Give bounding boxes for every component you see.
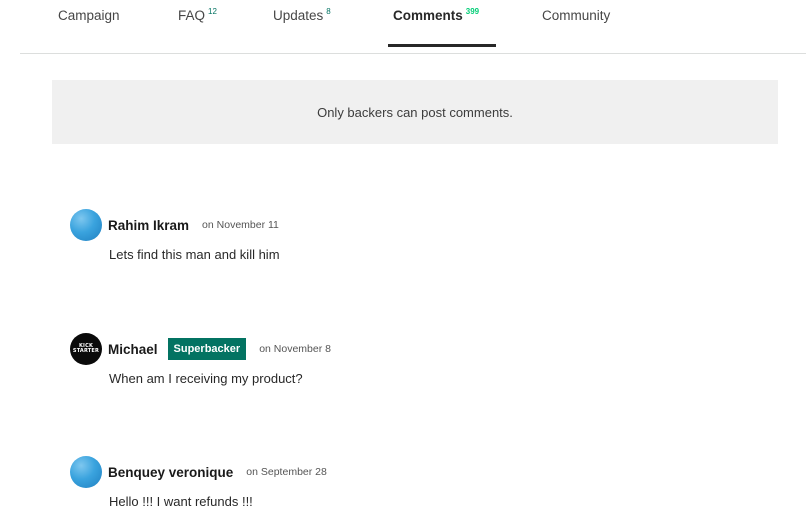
avatar[interactable] bbox=[70, 456, 102, 488]
comment-header: KICK STARTER Michael Superbacker on Nove… bbox=[70, 333, 750, 365]
notice-text: Only backers can post comments. bbox=[317, 104, 513, 120]
comment-date[interactable]: on September 28 bbox=[246, 466, 327, 478]
tab-count: 8 bbox=[326, 7, 331, 16]
tab-count: 12 bbox=[208, 7, 217, 16]
backers-only-notice: Only backers can post comments. bbox=[52, 80, 778, 144]
tab-label: FAQ bbox=[178, 8, 206, 23]
comment-body: When am I receiving my product? bbox=[109, 371, 303, 386]
comment-item: Benquey veronique on September 28 Hello … bbox=[70, 456, 750, 509]
comment-body: Hello !!! I want refunds !!! bbox=[109, 494, 253, 509]
comment-body: Lets find this man and kill him bbox=[109, 247, 280, 262]
tab-faq[interactable]: FAQ 12 bbox=[178, 7, 217, 54]
logo-text: STARTER bbox=[72, 348, 100, 354]
comment-author[interactable]: Michael bbox=[108, 342, 158, 357]
tab-label: Campaign bbox=[58, 8, 120, 23]
tab-updates[interactable]: Updates 8 bbox=[273, 7, 331, 54]
comment-item: Rahim Ikram on November 11 Lets find thi… bbox=[70, 209, 750, 262]
comment-header: Rahim Ikram on November 11 bbox=[70, 209, 750, 241]
comment-item: KICK STARTER Michael Superbacker on Nove… bbox=[70, 333, 750, 386]
tab-count: 399 bbox=[465, 7, 480, 16]
project-nav-tabs: Campaign FAQ 12 Updates 8 Comments 399 Comm… bbox=[20, 0, 806, 54]
active-tab-indicator bbox=[388, 44, 496, 47]
tab-community[interactable]: Community bbox=[542, 8, 610, 54]
avatar[interactable] bbox=[70, 209, 102, 241]
tab-label: Comments bbox=[393, 8, 463, 23]
comment-author[interactable]: Benquey veronique bbox=[108, 465, 233, 480]
superbacker-badge: Superbacker bbox=[167, 338, 247, 360]
tab-comments[interactable]: Comments 399 bbox=[393, 7, 480, 54]
tab-campaign[interactable]: Campaign bbox=[58, 8, 120, 54]
tab-label: Updates bbox=[273, 8, 324, 23]
comment-date[interactable]: on November 11 bbox=[202, 219, 279, 231]
comment-date[interactable]: on November 8 bbox=[259, 343, 331, 355]
comment-header: Benquey veronique on September 28 bbox=[70, 456, 750, 488]
comment-author[interactable]: Rahim Ikram bbox=[108, 218, 189, 233]
tab-label: Community bbox=[542, 8, 611, 23]
kickstarter-logo-avatar[interactable]: KICK STARTER bbox=[70, 333, 102, 365]
